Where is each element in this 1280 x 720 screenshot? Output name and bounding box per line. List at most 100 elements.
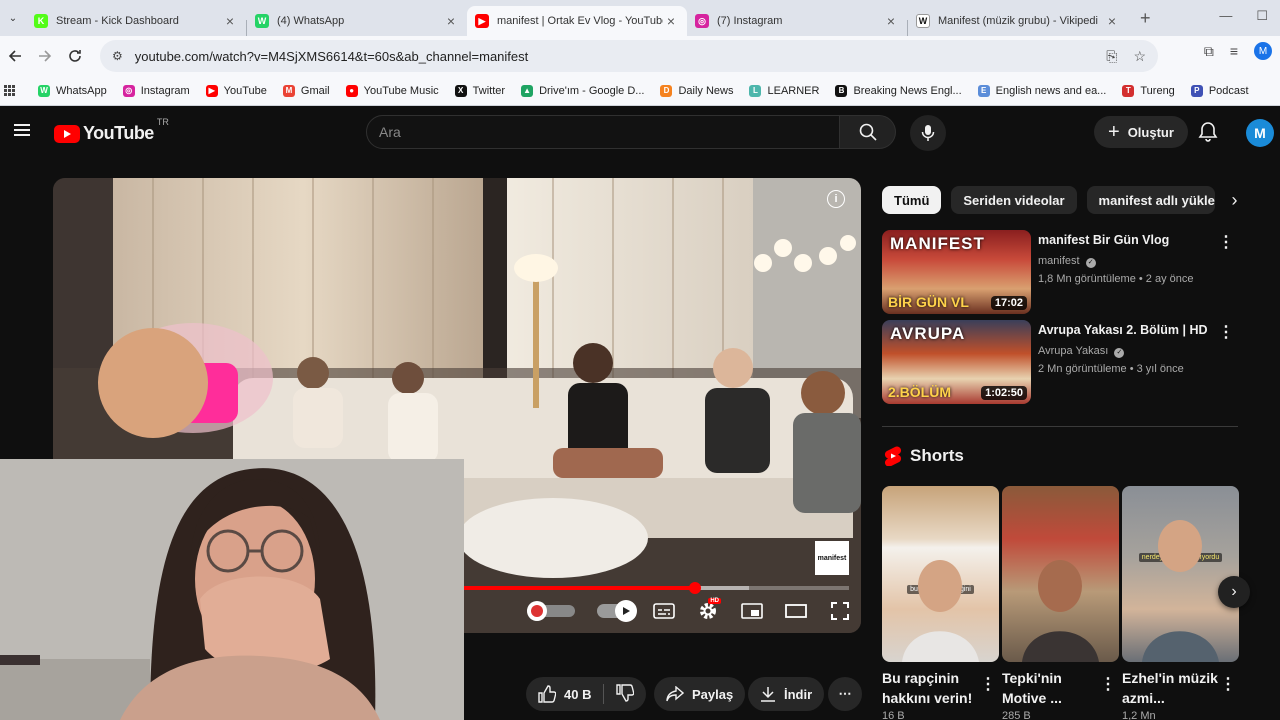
verified-check-icon: ✓ <box>1114 348 1125 358</box>
share-button[interactable]: Paylaş <box>654 677 746 711</box>
region-code: TR <box>156 117 169 127</box>
browser-tab[interactable]: W (4) WhatsApp × <box>247 6 467 36</box>
close-icon[interactable]: × <box>663 13 679 29</box>
minimize-icon[interactable]: — <box>1219 8 1232 24</box>
like-button[interactable]: 40 B <box>538 685 591 703</box>
recommended-video[interactable]: MANIFEST BİR GÜN VL 17:02 manifest Bir Gün … <box>882 230 1242 314</box>
more-vertical-icon[interactable]: ⋮ <box>1100 674 1116 694</box>
bookmark-item[interactable]: ▲ Drive'ım - Google D... <box>521 84 644 97</box>
bookmark-item[interactable]: ● YouTube Music <box>345 84 439 97</box>
menu-icon[interactable] <box>14 124 30 136</box>
address-bar[interactable]: ⚙ youtube.com/watch?v=M4SjXMS6614&t=60s&… <box>100 40 1158 72</box>
progress-bar[interactable] <box>463 582 849 594</box>
thumbnail-subtext: 2.BÖLÜM <box>888 384 951 400</box>
video-title[interactable]: manifest Bir Gün Vlog <box>1038 232 1218 249</box>
maximize-icon[interactable]: ☐ <box>1256 8 1268 24</box>
bookmark-favicon-icon: W <box>38 84 50 97</box>
browser-tab[interactable]: W Manifest (müzik grubu) - Vikipedi × <box>908 6 1128 36</box>
browser-tab[interactable]: ◎ (7) Instagram × <box>687 6 907 36</box>
notifications-button[interactable] <box>1198 121 1218 148</box>
profile-avatar[interactable]: M <box>1254 42 1272 60</box>
filter-chip[interactable]: Seriden videolar <box>951 186 1077 214</box>
info-icon[interactable]: i <box>827 190 845 208</box>
browser-tab[interactable]: K Stream - Kick Dashboard × <box>26 6 246 36</box>
filter-chip[interactable]: manifest adlı yükleyici <box>1086 186 1215 214</box>
bookmark-item[interactable]: E English news and ea... <box>977 84 1106 97</box>
browser-tab[interactable]: ▶ manifest | Ortak Ev Vlog - YouTube × <box>467 6 687 36</box>
media-controls-icon[interactable]: ≡ <box>1230 43 1238 59</box>
bookmark-favicon-icon: ◎ <box>122 84 135 97</box>
short-thumbnail[interactable]: nerdeyse bir tanımıyordu <box>1122 486 1239 662</box>
account-avatar[interactable]: M <box>1246 119 1274 147</box>
search-input[interactable] <box>379 124 839 140</box>
video-stats: 2 Mn görüntüleme • 3 yıl önce <box>1038 363 1184 375</box>
bookmark-item[interactable]: T Tureng <box>1122 84 1175 97</box>
subtitles-icon <box>653 603 675 619</box>
short-title[interactable]: Tepki'nin Motive ... <box>1002 668 1102 708</box>
subtitles-button[interactable] <box>651 598 677 624</box>
short-views: 285 B <box>1002 710 1031 720</box>
bookmark-item[interactable]: L LEARNER <box>749 84 819 97</box>
short-thumbnail[interactable]: bu adamın müziğini <box>882 486 999 662</box>
channel-name-row[interactable]: Avrupa Yakası ✓ <box>1038 342 1218 360</box>
channel-name-row[interactable]: manifest ✓ <box>1038 252 1218 270</box>
video-title[interactable]: Avrupa Yakası 2. Bölüm | HD <box>1038 322 1218 339</box>
more-vertical-icon[interactable]: ⋮ <box>1218 322 1234 342</box>
close-icon[interactable]: × <box>883 13 899 29</box>
apps-grid-icon[interactable] <box>4 84 16 97</box>
dislike-button[interactable] <box>616 683 635 705</box>
more-vertical-icon[interactable]: ⋮ <box>980 674 996 694</box>
close-icon[interactable]: × <box>1104 13 1120 29</box>
more-vertical-icon[interactable]: ⋮ <box>1218 232 1234 252</box>
theater-mode-button[interactable] <box>783 598 809 624</box>
short-title[interactable]: Bu rapçinin hakkını verin! <box>882 668 982 708</box>
youtube-logo[interactable]: YouTube TR <box>54 117 169 144</box>
extensions-icon[interactable]: ⧉ <box>1204 43 1214 60</box>
more-actions-button[interactable]: ⋯ <box>828 677 862 711</box>
bookmark-item[interactable]: W WhatsApp <box>38 84 107 97</box>
more-vertical-icon[interactable]: ⋮ <box>1220 674 1236 694</box>
related-filter-chips: Tümü Seriden videolar manifest adlı yükley… <box>882 186 1245 214</box>
video-thumbnail[interactable]: MANIFEST BİR GÜN VL 17:02 <box>882 230 1031 314</box>
bookmark-item[interactable]: ▶ YouTube <box>205 84 267 97</box>
filter-chip[interactable]: Tümü <box>882 186 942 214</box>
chevron-right-icon[interactable]: › <box>1225 190 1245 211</box>
reload-button[interactable] <box>60 41 90 71</box>
ambient-toggle[interactable] <box>523 598 579 624</box>
video-thumbnail[interactable]: AVRUPA 2.BÖLÜM 1:02:50 <box>882 320 1031 404</box>
voice-search-button[interactable] <box>910 115 946 151</box>
close-icon[interactable]: × <box>443 13 459 29</box>
bookmark-item[interactable]: ◎ Instagram <box>122 84 190 97</box>
shorts-header: Shorts <box>884 446 964 466</box>
search-button[interactable] <box>840 115 896 149</box>
site-info-icon[interactable]: ⚙ <box>112 49 123 63</box>
bookmark-item[interactable]: D Daily News <box>660 84 733 97</box>
back-button[interactable] <box>0 41 30 71</box>
bookmark-item[interactable]: X Twitter <box>454 84 505 97</box>
install-app-icon[interactable]: ⎘ <box>1106 48 1117 65</box>
short-title[interactable]: Ezhel'in müzik azmi... <box>1122 668 1222 708</box>
scrubber-handle[interactable] <box>688 582 701 594</box>
short-thumbnail[interactable]: izle ve gör <box>1002 486 1119 662</box>
recommended-video[interactable]: AVRUPA 2.BÖLÜM 1:02:50 Avrupa Yakası 2. Böl… <box>882 320 1242 404</box>
bookmark-item[interactable]: B Breaking News Engl... <box>835 84 962 97</box>
tab-search-button[interactable]: ⌄ <box>0 0 26 36</box>
settings-button[interactable]: HD <box>695 598 721 624</box>
bookmark-star-icon[interactable]: ☆ <box>1133 48 1146 65</box>
create-button[interactable]: + Oluştur <box>1094 116 1188 148</box>
download-button[interactable]: İndir <box>748 677 825 711</box>
miniplayer-button[interactable] <box>739 598 765 624</box>
bookmark-item[interactable]: M Gmail <box>282 84 330 97</box>
new-tab-button[interactable]: + <box>1140 8 1151 29</box>
close-icon[interactable]: × <box>222 13 238 29</box>
channel-watermark[interactable]: manifest <box>815 541 849 575</box>
chevron-right-icon: › <box>1231 583 1237 600</box>
autoplay-toggle[interactable] <box>597 598 637 624</box>
bookmark-item[interactable]: P Podcast <box>1190 84 1249 97</box>
shorts-logo-icon <box>884 446 902 466</box>
plus-icon: + <box>1108 121 1120 143</box>
fullscreen-button[interactable] <box>827 598 853 624</box>
shorts-next-button[interactable]: › <box>1218 576 1250 608</box>
forward-button[interactable] <box>30 41 60 71</box>
webcam-feed <box>0 459 464 720</box>
